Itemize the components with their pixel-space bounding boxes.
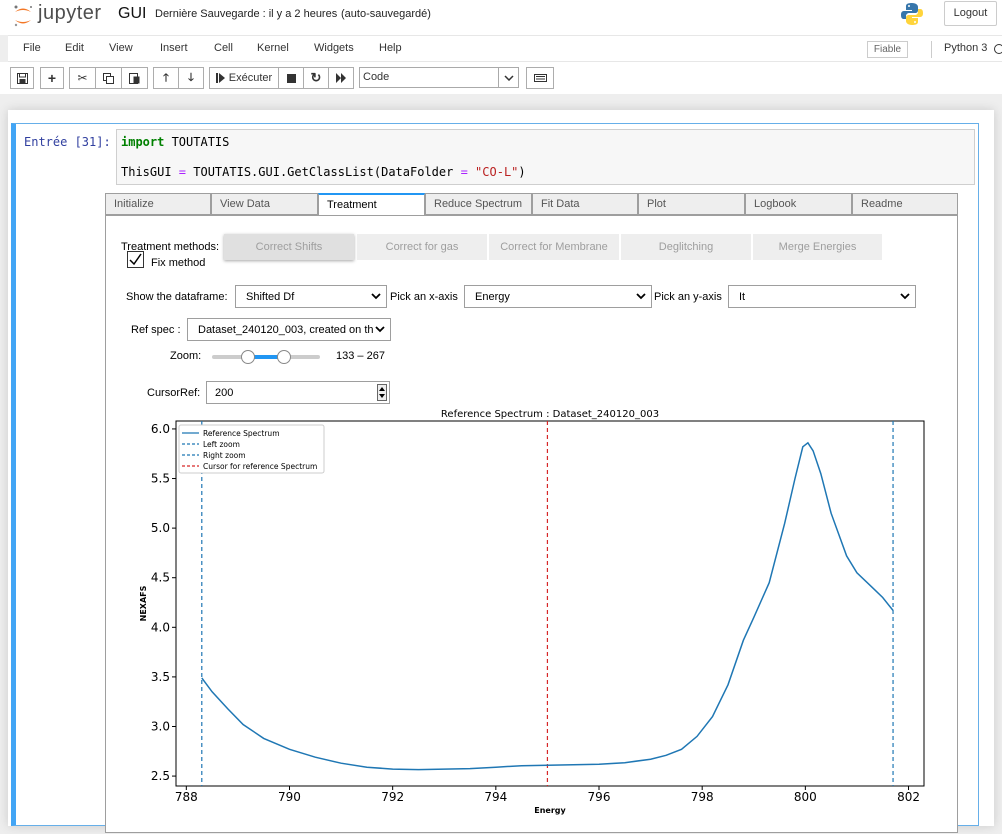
- logout-button[interactable]: Logout: [944, 1, 997, 26]
- legend-entry: Cursor for reference Spectrum: [203, 462, 317, 471]
- x-tick-label: 792: [381, 790, 404, 804]
- cell-type-value: Code: [363, 71, 390, 83]
- code-operator: =: [178, 165, 187, 179]
- move-up-button[interactable]: 🡑: [153, 67, 179, 89]
- tab-plot[interactable]: Plot: [638, 193, 745, 215]
- code-text: TOUTATIS.GUI.GetClassList(DataFolder: [186, 165, 461, 179]
- y-tick-label: 4.0: [151, 620, 170, 634]
- notebook-page: Entrée [31]: import TOUTATIS ThisGUI = T…: [8, 110, 994, 833]
- code-text: TOUTATIS: [164, 135, 230, 149]
- tab-treatment[interactable]: Treatment: [318, 193, 425, 216]
- notebook-name[interactable]: GUI: [118, 5, 146, 23]
- menu-kernel[interactable]: Kernel: [257, 42, 289, 54]
- jupyter-logo-icon[interactable]: [12, 4, 34, 28]
- y-tick-label: 2.5: [151, 769, 170, 783]
- menu-edit[interactable]: Edit: [65, 42, 84, 54]
- save-status: Dernière Sauvegarde : il y a 2 heures: [155, 8, 338, 20]
- x-tick-label: 788: [175, 790, 198, 804]
- treatment-panel: Treatment methods: Correct Shifts Correc…: [105, 215, 958, 833]
- chevron-down-icon: [498, 68, 518, 87]
- tab-reduce-spectrum[interactable]: Reduce Spectrum: [425, 193, 532, 215]
- run-label: Exécuter: [228, 72, 273, 84]
- kernel-name: Python 3: [944, 42, 988, 54]
- step-forward-icon: [215, 73, 225, 83]
- code-cell[interactable]: Entrée [31]: import TOUTATIS ThisGUI = T…: [11, 123, 979, 833]
- code-operator: =: [460, 165, 468, 179]
- move-down-button[interactable]: 🡓: [178, 67, 204, 89]
- x-tick-label: 796: [588, 790, 611, 804]
- input-prompt: Entrée [31]:: [24, 135, 111, 149]
- plot-area: [175, 420, 925, 787]
- reference-spectrum-chart: Reference Spectrum : Dataset_240120_003 E…: [139, 409, 925, 815]
- python-logo-icon: [901, 3, 923, 25]
- x-tick-label: 800: [794, 790, 817, 804]
- menu-widgets[interactable]: Widgets: [314, 42, 354, 54]
- jupyter-logo-text[interactable]: jupyter: [38, 2, 102, 25]
- restart-run-all-button[interactable]: [328, 67, 354, 89]
- x-axis-label: Energy: [534, 806, 566, 815]
- x-tick-label: 794: [484, 790, 507, 804]
- interrupt-button[interactable]: [278, 67, 304, 89]
- fast-forward-icon: [335, 73, 346, 83]
- y-tick-label: 6.0: [151, 422, 170, 436]
- code-keyword: import: [121, 135, 165, 149]
- menu-cell[interactable]: Cell: [214, 42, 233, 54]
- menu-view[interactable]: View: [109, 42, 133, 54]
- tab-logbook[interactable]: Logbook: [745, 193, 852, 215]
- menu-file[interactable]: File: [23, 42, 41, 54]
- y-tick-label: 4.5: [151, 571, 170, 585]
- notebook-header: jupyter GUI Dernière Sauvegarde : il y a…: [0, 0, 1002, 35]
- legend-entry: Reference Spectrum: [203, 429, 280, 438]
- y-tick-label: 5.0: [151, 521, 170, 535]
- legend-entry: Left zoom: [203, 440, 240, 449]
- y-tick-label: 3.5: [151, 670, 170, 684]
- restart-icon: ↻: [310, 70, 322, 85]
- save-icon: [16, 72, 28, 84]
- kernel-idle-icon: [994, 44, 1002, 54]
- cut-button[interactable]: ✂: [69, 67, 96, 89]
- save-button[interactable]: [10, 67, 34, 89]
- chart-title: Reference Spectrum : Dataset_240120_003: [441, 409, 659, 420]
- plus-icon: +: [47, 70, 57, 86]
- stop-icon: [286, 73, 296, 83]
- y-tick-label: 5.5: [151, 472, 170, 486]
- copy-button[interactable]: [95, 67, 122, 89]
- trusted-indicator[interactable]: Fiable: [867, 41, 908, 58]
- insert-cell-button[interactable]: +: [40, 67, 64, 89]
- menu-insert[interactable]: Insert: [160, 42, 188, 54]
- arrow-down-icon: 🡓: [188, 71, 194, 84]
- autosave-status: (auto-sauvegardé): [341, 8, 431, 20]
- run-button[interactable]: Exécuter: [209, 67, 279, 89]
- code-text: ): [518, 165, 526, 179]
- menu-help[interactable]: Help: [379, 42, 402, 54]
- notebook-toolbar: + ✂ 🡑 🡓 Exécuter ↻ Code: [0, 62, 1002, 94]
- arrow-up-icon: 🡑: [163, 71, 169, 84]
- menu-divider: [931, 41, 932, 58]
- x-tick-label: 790: [278, 790, 301, 804]
- tab-initialize[interactable]: Initialize: [105, 193, 211, 215]
- gui-widget: Initialize View Data Treatment Reduce Sp…: [105, 193, 958, 833]
- legend-entry: Right zoom: [203, 451, 246, 460]
- tab-fit-data[interactable]: Fit Data: [532, 193, 638, 215]
- cell-type-select[interactable]: Code: [359, 67, 519, 88]
- code-text: ThisGUI: [121, 165, 179, 179]
- y-tick-label: 3.0: [151, 719, 170, 733]
- paste-icon: [129, 73, 140, 84]
- copy-icon: [103, 72, 114, 84]
- command-palette-button[interactable]: [526, 67, 554, 89]
- keyboard-icon: [533, 74, 547, 82]
- code-editor[interactable]: import TOUTATIS ThisGUI = TOUTATIS.GUI.G…: [116, 129, 975, 185]
- tab-readme[interactable]: Readme: [852, 193, 958, 215]
- x-tick-label: 798: [691, 790, 714, 804]
- paste-button[interactable]: [121, 67, 148, 89]
- y-axis-label: NEXAFS: [139, 585, 148, 621]
- x-tick-label: 802: [897, 790, 920, 804]
- tab-bar: Initialize View Data Treatment Reduce Sp…: [105, 193, 958, 216]
- menu-bar: File Edit View Insert Cell Kernel Widget…: [8, 35, 1002, 62]
- scissors-icon: ✂: [77, 71, 88, 85]
- tab-view-data[interactable]: View Data: [211, 193, 318, 215]
- restart-button[interactable]: ↻: [303, 67, 329, 89]
- code-string: "CO-L": [475, 165, 519, 179]
